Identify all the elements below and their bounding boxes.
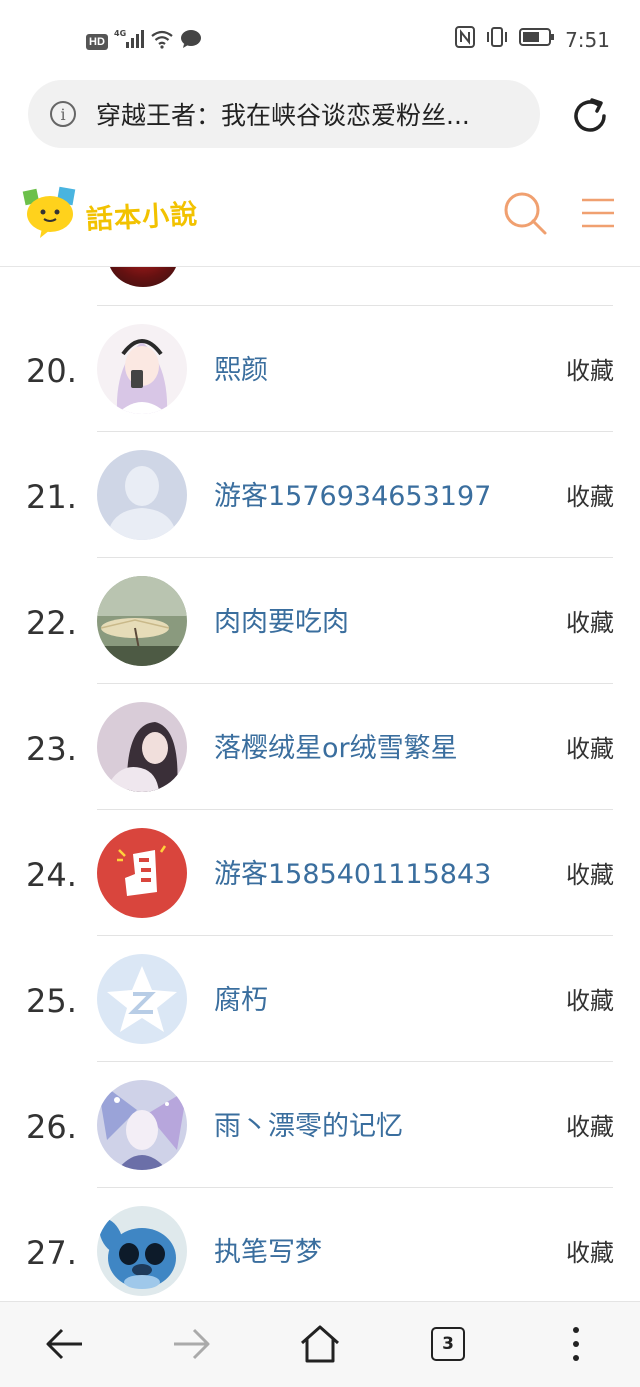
- fan-list: 20. 熙颜 收藏 21. 游客1576934653197 收藏 22. 肉肉要…: [0, 267, 640, 1301]
- site-header: 話本小說: [0, 160, 640, 267]
- status-icons-left: HD 4G: [86, 28, 202, 55]
- rank-number: 22.: [26, 604, 77, 642]
- site-logo[interactable]: 話本小說: [22, 186, 199, 242]
- home-button[interactable]: [296, 1320, 344, 1368]
- favorite-button[interactable]: 收藏: [566, 603, 614, 638]
- chat-bubble-logo-icon: [22, 186, 78, 242]
- rank-number: 21.: [26, 478, 77, 516]
- reload-button[interactable]: [568, 94, 612, 138]
- anime-girl-avatar[interactable]: [97, 324, 187, 414]
- username-link[interactable]: 执笔写梦: [214, 1230, 322, 1269]
- list-item: 27. 执笔写梦 收藏: [0, 1188, 640, 1301]
- rank-number: 26.: [26, 1108, 77, 1146]
- battery-icon: [519, 27, 555, 52]
- back-button[interactable]: [40, 1320, 88, 1368]
- page-title[interactable]: 穿越王者：我在峡谷谈恋爱粉丝...: [96, 96, 526, 132]
- favorite-button[interactable]: 收藏: [566, 729, 614, 764]
- url-field[interactable]: i 穿越王者：我在峡谷谈恋爱粉丝...: [28, 80, 540, 148]
- username-link[interactable]: 肉肉要吃肉: [214, 600, 349, 639]
- vibrate-icon: [485, 26, 509, 53]
- info-icon[interactable]: i: [50, 101, 76, 127]
- stitch-cartoon-avatar[interactable]: [97, 1206, 187, 1296]
- rank-number: 24.: [26, 856, 77, 894]
- hamburger-menu-icon: [582, 198, 614, 228]
- wifi-icon: [150, 29, 174, 54]
- rank-number: 23.: [26, 730, 77, 768]
- forward-arrow-icon: [174, 1328, 210, 1360]
- hd-badge: HD: [86, 33, 108, 50]
- avatar[interactable]: [108, 267, 178, 287]
- anime-art-avatar[interactable]: [97, 1080, 187, 1170]
- svg-text:4G: 4G: [114, 29, 126, 38]
- more-menu-button[interactable]: [552, 1320, 600, 1368]
- favorite-button[interactable]: 收藏: [566, 1233, 614, 1268]
- favorite-button[interactable]: 收藏: [566, 981, 614, 1016]
- tab-count-badge: 3: [431, 1327, 465, 1361]
- home-icon: [301, 1325, 339, 1363]
- address-bar: i 穿越王者：我在峡谷谈恋爱粉丝...: [0, 78, 640, 160]
- search-button[interactable]: [502, 190, 548, 236]
- rank-number: 20.: [26, 352, 77, 390]
- browser-bottom-nav: 3: [0, 1301, 640, 1387]
- list-item: 21. 游客1576934653197 收藏: [0, 432, 640, 558]
- message-bubble-icon: [180, 29, 202, 54]
- reload-icon: [574, 98, 606, 132]
- list-item: 22. 肉肉要吃肉 收藏: [0, 558, 640, 684]
- list-item: 24. 游客1585401115843 收藏: [0, 810, 640, 936]
- qzone-star-avatar[interactable]: [97, 954, 187, 1044]
- default-user-avatar[interactable]: [97, 450, 187, 540]
- search-icon: [504, 192, 547, 235]
- girl-photo-avatar[interactable]: [97, 702, 187, 792]
- list-item: 25. 腐朽 收藏: [0, 936, 640, 1062]
- clock-time: 7:51: [565, 27, 610, 52]
- list-item: 20. 熙颜 收藏: [0, 306, 640, 432]
- username-link[interactable]: 落樱绒星or绒雪繁星: [214, 726, 458, 765]
- favorite-button[interactable]: 收藏: [566, 1107, 614, 1142]
- rank-number: 25.: [26, 982, 77, 1020]
- list-item: 26. 雨丶漂零的记忆 收藏: [0, 1062, 640, 1188]
- red-app-avatar[interactable]: [97, 828, 187, 918]
- username-link[interactable]: 游客1576934653197: [214, 474, 491, 513]
- more-vertical-icon: [573, 1327, 579, 1361]
- username-link[interactable]: 熙颜: [214, 348, 268, 387]
- menu-button[interactable]: [580, 196, 616, 230]
- username-link[interactable]: 腐朽: [214, 978, 268, 1017]
- nfc-icon: [455, 26, 476, 53]
- umbrella-photo-avatar[interactable]: [97, 576, 187, 666]
- status-icons-right: 7:51: [455, 26, 610, 53]
- list-item: 23. 落樱绒星or绒雪繁星 收藏: [0, 684, 640, 810]
- tabs-button[interactable]: 3: [424, 1320, 472, 1368]
- favorite-button[interactable]: 收藏: [566, 351, 614, 386]
- logo-text: 話本小說: [85, 198, 199, 236]
- status-bar: HD 4G 7:51: [0, 0, 640, 78]
- favorite-button[interactable]: 收藏: [566, 477, 614, 512]
- username-link[interactable]: 游客1585401115843: [214, 852, 491, 891]
- favorite-button[interactable]: 收藏: [566, 855, 614, 890]
- back-arrow-icon: [46, 1328, 82, 1360]
- cellular-signal-icon: 4G: [114, 28, 144, 55]
- forward-button[interactable]: [168, 1320, 216, 1368]
- username-link[interactable]: 雨丶漂零的记忆: [214, 1104, 403, 1143]
- rank-number: 27.: [26, 1234, 77, 1272]
